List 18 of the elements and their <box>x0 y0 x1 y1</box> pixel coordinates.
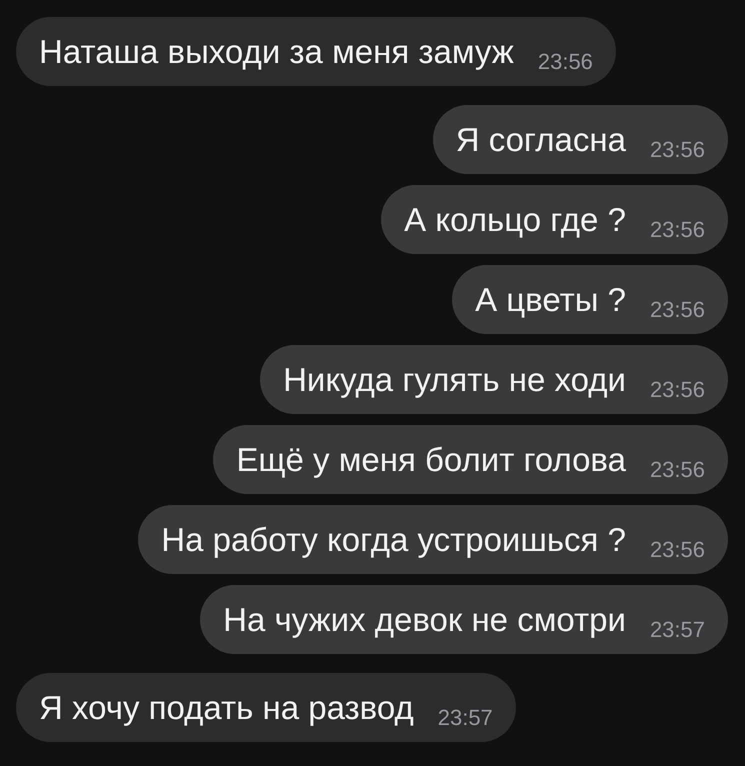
message-time: 23:57 <box>650 618 705 640</box>
message-text: Я согласна <box>456 123 626 156</box>
message-text: На работу когда устроишься ? <box>161 523 626 556</box>
message-time: 23:56 <box>650 538 705 560</box>
message-text: Наташа выходи за меня замуж <box>39 35 514 68</box>
message-time: 23:56 <box>538 50 593 72</box>
message-time: 23:57 <box>438 706 493 728</box>
message-text: Я хочу подать на развод <box>39 691 414 724</box>
message-text: Никуда гулять не ходи <box>283 363 626 396</box>
message-text: На чужих девок не смотри <box>223 603 626 636</box>
message-text: Ещё у меня болит голова <box>236 443 626 476</box>
message-time: 23:56 <box>650 298 705 320</box>
message-text: А цветы ? <box>475 283 626 316</box>
message-time: 23:56 <box>650 458 705 480</box>
message-text: А кольцо где ? <box>404 203 626 236</box>
message-time: 23:56 <box>650 138 705 160</box>
message-time: 23:56 <box>650 378 705 400</box>
message-time: 23:56 <box>650 218 705 240</box>
